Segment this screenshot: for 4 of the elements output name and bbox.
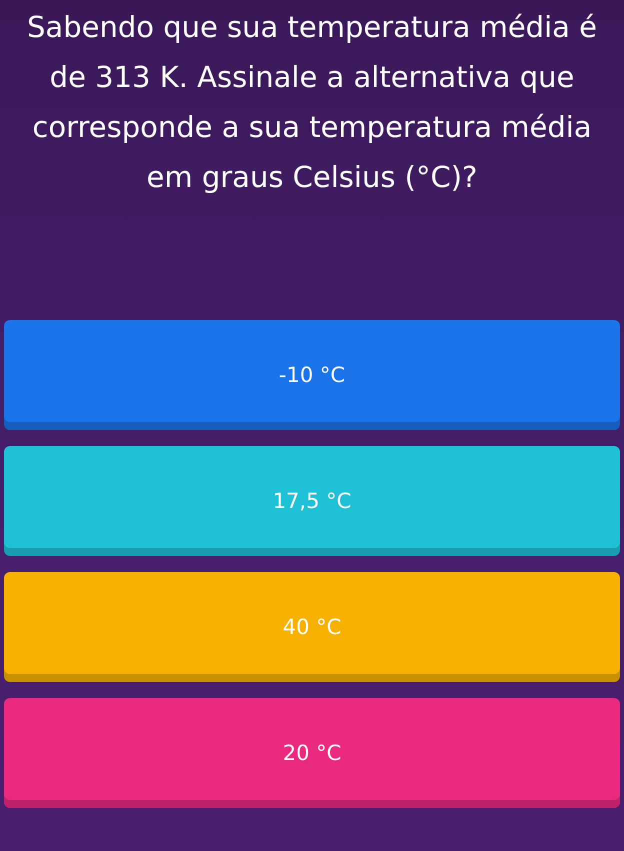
answer-button[interactable]: 17,5 °C: [4, 446, 620, 556]
question-text: Sabendo que sua temperatura média é de 313 K. Assinale a alternativa que corresponde a sua temperatura média em graus Celsius (°C)?: [26, 9, 598, 196]
answer-button[interactable]: -10 °C: [4, 320, 620, 430]
answer-button[interactable]: 20 °C: [4, 698, 620, 808]
